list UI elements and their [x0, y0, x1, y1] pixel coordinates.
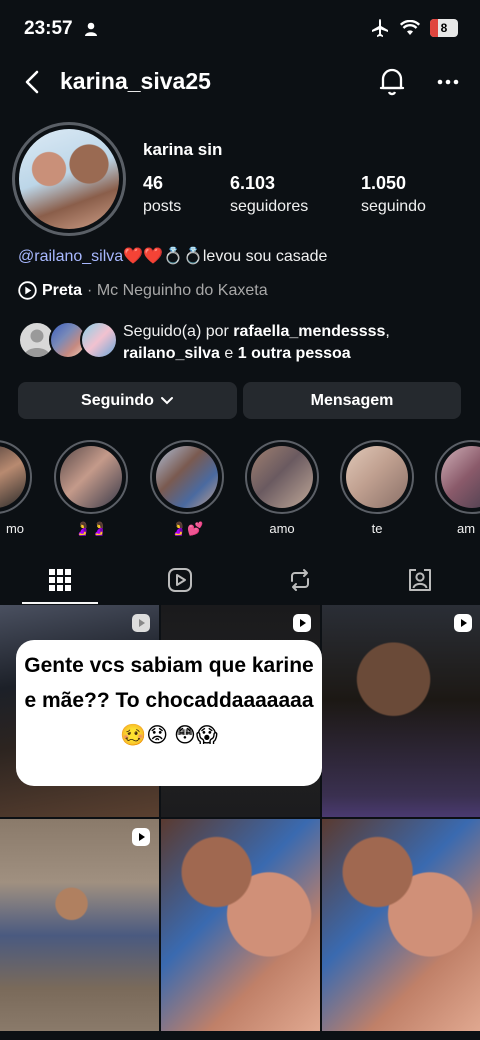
post-thumbnail[interactable] — [161, 819, 320, 1031]
grid-icon — [49, 569, 71, 591]
reels-icon — [168, 568, 192, 592]
followed-by[interactable]: Seguido(a) por rafaella_mendessss, railan… — [18, 321, 478, 363]
following-count[interactable]: 1.050 seguindo — [361, 173, 426, 216]
play-circle-icon — [18, 281, 37, 300]
message-button[interactable]: Mensagem — [243, 382, 461, 419]
airplane-icon — [372, 19, 388, 37]
tab-reposts[interactable] — [240, 556, 360, 604]
chevron-down-icon — [160, 396, 173, 404]
music-artist: · Mc Neguinho do Kaxeta — [87, 281, 268, 299]
highlight-item[interactable]: mo — [0, 440, 32, 538]
profile-header: karina_siva25 — [0, 60, 480, 104]
more-options-icon[interactable] — [434, 68, 462, 96]
repost-icon — [291, 569, 309, 591]
tab-posts[interactable] — [0, 556, 120, 604]
posts-count[interactable]: 46 posts — [143, 173, 181, 216]
profile-username: karina_siva25 — [60, 68, 211, 94]
reel-badge-icon — [454, 614, 472, 632]
bio-hearts: ❤️❤️ — [123, 248, 164, 265]
highlight-item[interactable]: amo — [245, 440, 319, 538]
highlight-item[interactable]: 🤰💕 — [150, 440, 224, 538]
notification-bell-icon[interactable] — [378, 66, 406, 96]
profile-avatar — [19, 129, 119, 229]
follower-avatar — [80, 321, 118, 359]
followed-by-text: Seguido(a) por rafaella_mendessss, railan… — [123, 323, 390, 362]
highlight-item[interactable]: 🤰🤰 — [54, 440, 128, 538]
post-caption-overlay: Gente vcs sabiam que karine e mãe?? To c… — [16, 640, 322, 786]
bio-text: levou sou casade — [202, 248, 328, 265]
tab-tagged[interactable] — [360, 556, 480, 604]
bio-mention-link[interactable]: @railano_silva — [18, 248, 123, 265]
story-highlights: mo 🤰🤰 🤰💕 amo te am — [0, 440, 480, 540]
display-name: karina sin — [143, 140, 223, 159]
highlight-item[interactable]: te — [340, 440, 414, 538]
post-thumbnail[interactable] — [0, 819, 159, 1031]
reel-badge-icon — [293, 614, 311, 632]
profile-avatar-ring[interactable] — [12, 122, 126, 236]
highlight-item[interactable]: am — [435, 440, 480, 538]
followers-count[interactable]: 6.103 seguidores — [230, 173, 308, 216]
post-thumbnail[interactable] — [322, 605, 480, 817]
wifi-icon — [400, 20, 420, 35]
profile-music[interactable]: Preta · Mc Neguinho do Kaxeta — [18, 281, 268, 300]
music-title: Preta — [42, 281, 83, 299]
status-bar: 23:57 8 — [0, 0, 480, 60]
battery-indicator: 8 — [430, 19, 458, 37]
reel-badge-icon — [132, 614, 150, 632]
person-icon — [85, 22, 97, 36]
following-button[interactable]: Seguindo — [18, 382, 237, 419]
status-time: 23:57 — [24, 18, 73, 39]
post-thumbnail[interactable] — [322, 819, 480, 1031]
bio-rings: 💍💍 — [163, 248, 203, 265]
back-arrow-icon[interactable] — [20, 68, 46, 96]
profile-bio: @railano_silva❤️❤️💍💍levou sou casade — [18, 246, 327, 266]
profile-tabs — [0, 556, 480, 604]
reel-badge-icon — [132, 828, 150, 846]
active-tab-indicator — [22, 602, 98, 604]
tab-reels[interactable] — [120, 556, 240, 604]
tagged-person-icon — [409, 569, 431, 591]
